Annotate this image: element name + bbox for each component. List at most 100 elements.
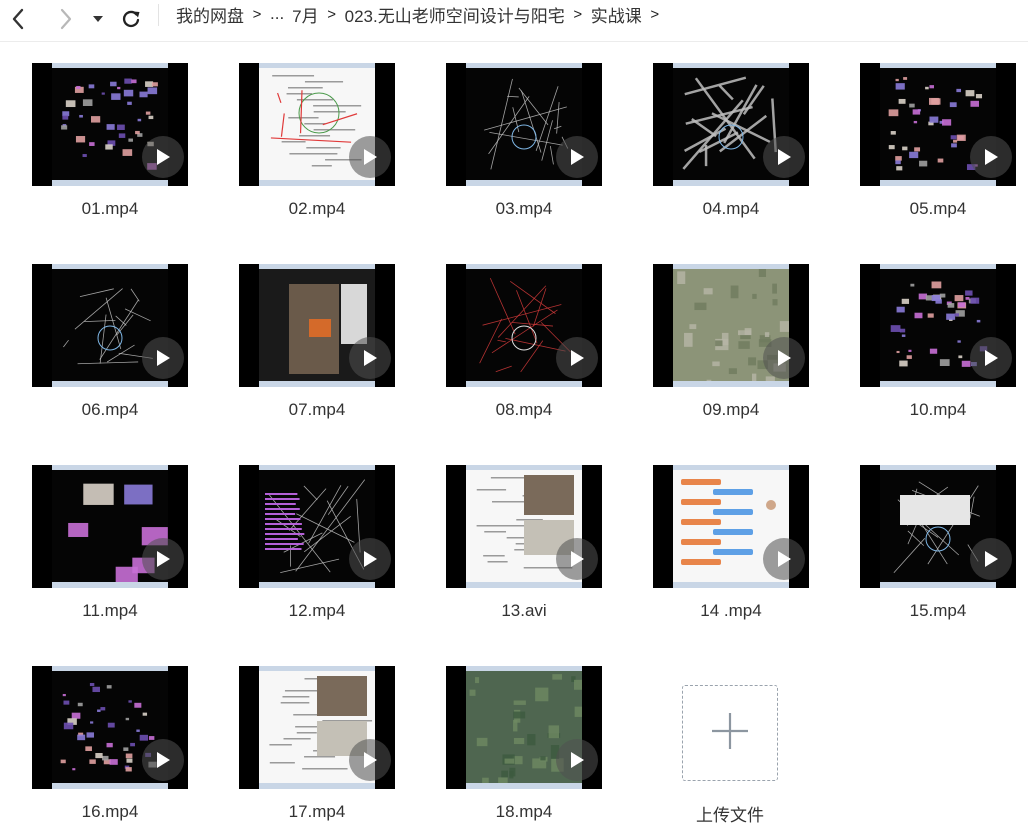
play-icon[interactable]: [349, 538, 391, 580]
file-name[interactable]: 02.mp4: [224, 199, 410, 219]
video-thumbnail[interactable]: [239, 465, 395, 588]
breadcrumb-item-month[interactable]: 7月: [292, 2, 318, 27]
file-name[interactable]: 17.mp4: [224, 802, 410, 822]
file-name[interactable]: 11.mp4: [17, 601, 203, 621]
play-icon[interactable]: [763, 337, 805, 379]
play-icon[interactable]: [970, 136, 1012, 178]
plus-icon: [710, 711, 750, 756]
back-button[interactable]: [4, 5, 32, 33]
file-item[interactable]: 12.mp4: [224, 465, 395, 640]
file-name[interactable]: 05.mp4: [845, 199, 1028, 219]
video-thumbnail[interactable]: [32, 465, 188, 588]
file-item[interactable]: 07.mp4: [224, 264, 395, 439]
file-item[interactable]: 04.mp4: [638, 63, 809, 238]
file-item[interactable]: 06.mp4: [17, 264, 188, 439]
thumbnail-taskbar: [52, 783, 168, 789]
file-name[interactable]: 04.mp4: [638, 199, 824, 219]
play-icon[interactable]: [142, 538, 184, 580]
file-item[interactable]: 15.mp4: [845, 465, 1016, 640]
breadcrumb-item-root[interactable]: 我的网盘: [176, 2, 244, 27]
play-icon[interactable]: [763, 538, 805, 580]
refresh-button[interactable]: [117, 5, 145, 33]
file-item[interactable]: 02.mp4: [224, 63, 395, 238]
file-name[interactable]: 03.mp4: [431, 199, 617, 219]
play-icon[interactable]: [349, 136, 391, 178]
file-item[interactable]: 11.mp4: [17, 465, 188, 640]
file-name[interactable]: 07.mp4: [224, 400, 410, 420]
play-icon[interactable]: [349, 739, 391, 781]
breadcrumb-separator-icon: >: [573, 5, 583, 23]
toolbar: 我的网盘 > ... 7月 > 023.无山老师空间设计与阳宅 > 实战课 >: [0, 0, 1028, 42]
file-item[interactable]: 08.mp4: [431, 264, 602, 439]
thumbnail-taskbar: [52, 180, 168, 186]
video-thumbnail[interactable]: [239, 666, 395, 789]
file-name[interactable]: 12.mp4: [224, 601, 410, 621]
thumbnail-titlebar: [52, 465, 168, 470]
video-thumbnail[interactable]: [860, 264, 1016, 387]
history-dropdown-button[interactable]: [86, 5, 110, 33]
breadcrumb-item-course[interactable]: 023.无山老师空间设计与阳宅: [345, 2, 565, 27]
video-thumbnail[interactable]: [32, 666, 188, 789]
video-thumbnail[interactable]: [32, 63, 188, 186]
file-name[interactable]: 01.mp4: [17, 199, 203, 219]
file-name[interactable]: 06.mp4: [17, 400, 203, 420]
thumbnail-titlebar: [466, 63, 582, 68]
file-item[interactable]: 03.mp4: [431, 63, 602, 238]
forward-button[interactable]: [52, 5, 80, 33]
thumbnail-taskbar: [466, 381, 582, 387]
thumbnail-taskbar: [673, 582, 789, 588]
thumbnail-titlebar: [466, 465, 582, 470]
thumbnail-taskbar: [259, 783, 375, 789]
play-icon[interactable]: [349, 337, 391, 379]
thumbnail-taskbar: [466, 783, 582, 789]
thumbnail-titlebar: [259, 666, 375, 671]
breadcrumb-item-current[interactable]: 实战课: [591, 2, 642, 27]
thumbnail-taskbar: [880, 381, 996, 387]
play-icon[interactable]: [970, 337, 1012, 379]
video-thumbnail[interactable]: [860, 465, 1016, 588]
video-thumbnail[interactable]: [653, 264, 809, 387]
thumbnail-titlebar: [52, 63, 168, 68]
video-thumbnail[interactable]: [239, 264, 395, 387]
file-item[interactable]: 14 .mp4: [638, 465, 809, 640]
play-icon[interactable]: [142, 136, 184, 178]
play-icon[interactable]: [556, 538, 598, 580]
play-icon[interactable]: [970, 538, 1012, 580]
play-icon[interactable]: [142, 739, 184, 781]
file-item[interactable]: 13.avi: [431, 465, 602, 640]
file-name[interactable]: 16.mp4: [17, 802, 203, 822]
file-item[interactable]: 18.mp4: [431, 666, 602, 839]
upload-button[interactable]: [682, 685, 778, 781]
play-icon[interactable]: [763, 136, 805, 178]
play-icon[interactable]: [556, 136, 598, 178]
file-name[interactable]: 18.mp4: [431, 802, 617, 822]
file-item[interactable]: 09.mp4: [638, 264, 809, 439]
file-item[interactable]: 05.mp4: [845, 63, 1016, 238]
video-thumbnail[interactable]: [446, 264, 602, 387]
video-thumbnail[interactable]: [446, 63, 602, 186]
video-thumbnail[interactable]: [653, 465, 809, 588]
file-item[interactable]: 10.mp4: [845, 264, 1016, 439]
file-item[interactable]: 16.mp4: [17, 666, 188, 839]
file-name[interactable]: 14 .mp4: [638, 601, 824, 621]
video-thumbnail[interactable]: [653, 63, 809, 186]
file-item[interactable]: 01.mp4: [17, 63, 188, 238]
video-thumbnail[interactable]: [446, 465, 602, 588]
video-thumbnail[interactable]: [32, 264, 188, 387]
file-name[interactable]: 15.mp4: [845, 601, 1028, 621]
thumbnail-titlebar: [880, 63, 996, 68]
file-name[interactable]: 13.avi: [431, 601, 617, 621]
file-name[interactable]: 09.mp4: [638, 400, 824, 420]
play-icon[interactable]: [556, 337, 598, 379]
file-item[interactable]: 17.mp4: [224, 666, 395, 839]
video-thumbnail[interactable]: [446, 666, 602, 789]
thumbnail-taskbar: [880, 582, 996, 588]
file-name[interactable]: 08.mp4: [431, 400, 617, 420]
breadcrumb-item-ellipsis[interactable]: ...: [270, 4, 284, 24]
video-thumbnail[interactable]: [860, 63, 1016, 186]
file-name[interactable]: 10.mp4: [845, 400, 1028, 420]
upload-label[interactable]: 上传文件: [650, 801, 810, 826]
play-icon[interactable]: [142, 337, 184, 379]
play-icon[interactable]: [556, 739, 598, 781]
video-thumbnail[interactable]: [239, 63, 395, 186]
